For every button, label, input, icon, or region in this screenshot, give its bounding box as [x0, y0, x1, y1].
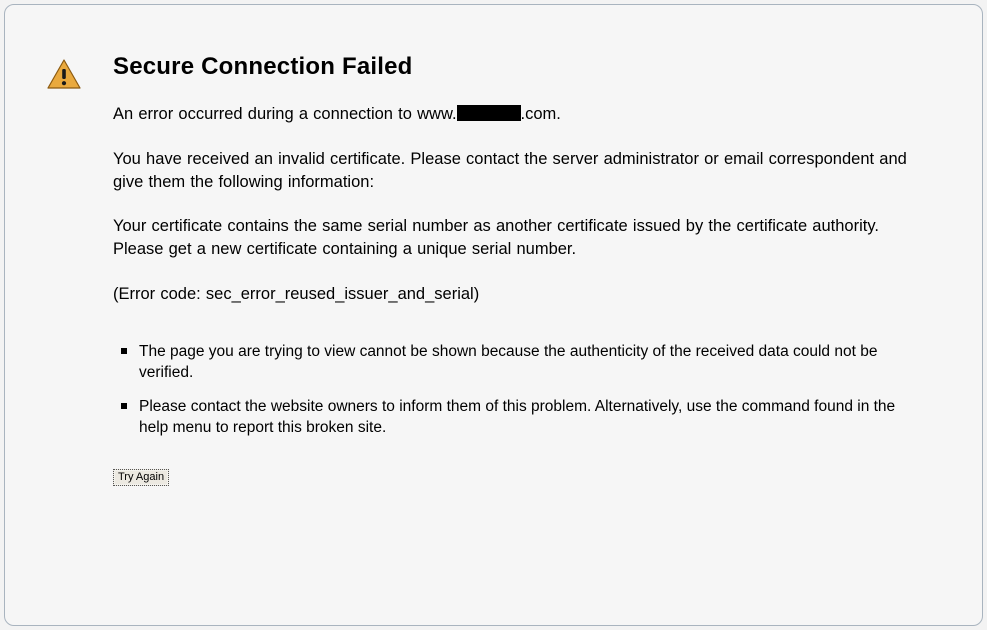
error-panel: Secure Connection Failed An error occurr…	[4, 4, 983, 626]
error-intro-prefix: An error occurred during a connection to…	[113, 105, 457, 123]
error-intro-suffix: .com.	[521, 105, 561, 123]
list-item: Please contact the website owners to inf…	[139, 397, 932, 439]
warning-icon	[47, 59, 81, 94]
try-again-button[interactable]: Try Again	[113, 469, 169, 486]
list-item: The page you are trying to view cannot b…	[139, 342, 932, 384]
info-bullet-list: The page you are trying to view cannot b…	[113, 342, 932, 440]
invalid-cert-paragraph: You have received an invalid certificate…	[113, 148, 932, 194]
error-code-paragraph: (Error code: sec_error_reused_issuer_and…	[113, 283, 932, 306]
error-intro-paragraph: An error occurred during a connection to…	[113, 103, 932, 126]
page-title: Secure Connection Failed	[113, 53, 932, 81]
redacted-domain	[457, 105, 521, 121]
content-column: Secure Connection Failed An error occurr…	[113, 53, 932, 486]
header-row: Secure Connection Failed An error occurr…	[47, 53, 932, 486]
serial-info-paragraph: Your certificate contains the same seria…	[113, 215, 932, 261]
